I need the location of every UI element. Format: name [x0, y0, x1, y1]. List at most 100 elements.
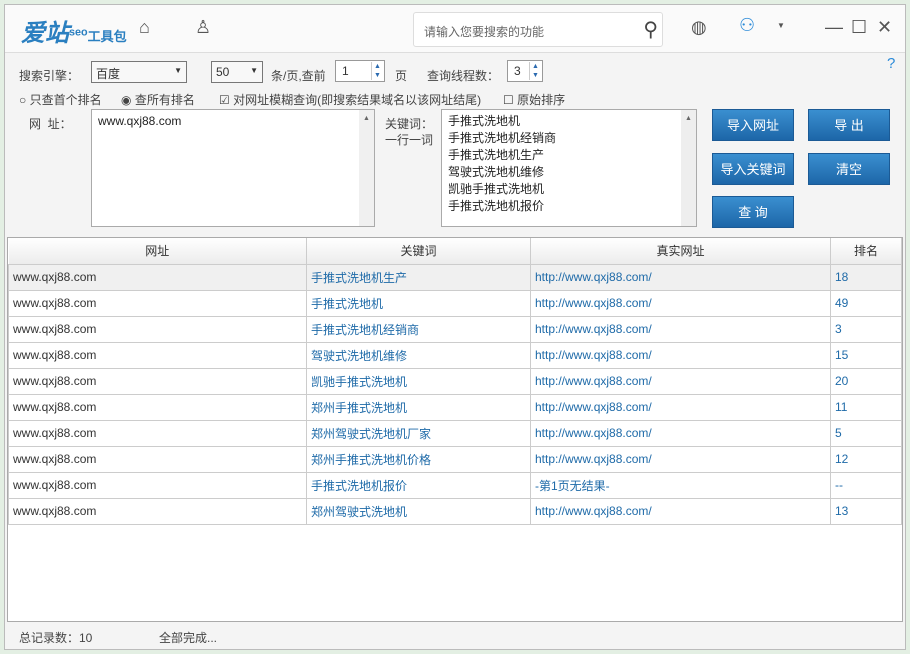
keyword-line: 凯驰手推式洗地机 [448, 182, 545, 196]
col-rank[interactable]: 排名 [830, 238, 902, 265]
cell-real-url: -第1页无结果- [530, 471, 831, 499]
url-textarea[interactable]: www.qxj88.com ▲ [91, 109, 375, 227]
cell-keyword: 郑州手推式洗地机 [306, 393, 531, 421]
per-page-label: 条/页,查前 [271, 69, 326, 83]
help-icon[interactable]: ? [887, 55, 895, 72]
table-row[interactable]: www.qxj88.com 凯驰手推式洗地机 http://www.qxj88.co… [8, 367, 902, 395]
cell-real-url: http://www.qxj88.com/ [530, 289, 831, 317]
cell-rank: 11 [830, 393, 902, 421]
search-input[interactable]: 请输入您要搜索的功能 ⚲ [413, 12, 663, 47]
table-row[interactable]: www.qxj88.com 驾驶式洗地机维修 http://www.qxj88.co… [8, 341, 902, 369]
cell-url: www.qxj88.com [8, 315, 307, 343]
query-button[interactable]: 查 询 [712, 196, 794, 228]
table-row[interactable]: www.qxj88.com 手推式洗地机 http://www.qxj88.com/… [8, 289, 902, 317]
results-table: 网址 关键词 真实网址 排名 www.qxj88.com 手推式洗地机生产 http… [7, 237, 903, 622]
cell-url: www.qxj88.com [8, 497, 307, 525]
keyword-line: 手推式洗地机生产 [448, 148, 545, 162]
import-url-button[interactable]: 导入网址 [712, 109, 794, 141]
table-row[interactable]: www.qxj88.com 手推式洗地机生产 http://www.qxj88.co… [8, 263, 902, 291]
cell-real-url: http://www.qxj88.com/ [530, 393, 831, 421]
keyword-hint: 一行一词 [385, 133, 434, 147]
col-url[interactable]: 网址 [8, 238, 307, 265]
threads-label: 查询线程数： [427, 69, 500, 83]
cell-rank: 18 [830, 263, 902, 291]
search-icon[interactable]: ⚲ [643, 17, 658, 42]
cell-keyword: 驾驶式洗地机维修 [306, 341, 531, 369]
cell-keyword: 手推式洗地机 [306, 289, 531, 317]
pages-label: 页 [395, 69, 408, 83]
cell-real-url: http://www.qxj88.com/ [530, 419, 831, 447]
keyword-line: 手推式洗地机报价 [448, 199, 545, 213]
cell-rank: 3 [830, 315, 902, 343]
cell-keyword: 手推式洗地机报价 [306, 471, 531, 499]
col-real-url[interactable]: 真实网址 [530, 238, 831, 265]
cell-url: www.qxj88.com [8, 419, 307, 447]
scrollbar[interactable]: ▲ [359, 110, 374, 226]
header: 爱站seo工具包 ⌂ ♙ 请输入您要搜索的功能 ⚲ ◍ ⚇ ▼ — ☐ ✕ [5, 5, 905, 53]
radio-all[interactable]: ◉ 查所有排名 [121, 91, 195, 108]
table-row[interactable]: www.qxj88.com 郑州驾驶式洗地机 http://www.qxj88.co… [8, 497, 902, 525]
home-icon[interactable]: ⌂ [139, 17, 150, 38]
cell-real-url: http://www.qxj88.com/ [530, 341, 831, 369]
user-tool-icon[interactable]: ♙ [195, 17, 211, 38]
table-row[interactable]: www.qxj88.com 郑州驾驶式洗地机厂家 http://www.qxj88.… [8, 419, 902, 447]
minimize-icon[interactable]: — [825, 17, 843, 38]
close-icon[interactable]: ✕ [877, 17, 892, 38]
cell-real-url: http://www.qxj88.com/ [530, 497, 831, 525]
total-count: 总记录数：10 [19, 631, 93, 645]
table-row[interactable]: www.qxj88.com 手推式洗地机报价 -第1页无结果- -- [8, 471, 902, 499]
cell-rank: 49 [830, 289, 902, 317]
pages-stepper[interactable]: 1 ▲ ▼ [335, 60, 385, 82]
engine-select[interactable]: 百度 [91, 61, 187, 83]
clear-button[interactable]: 清空 [808, 153, 890, 185]
table-row[interactable]: www.qxj88.com 手推式洗地机经销商 http://www.qxj88.c… [8, 315, 902, 343]
cell-rank: 13 [830, 497, 902, 525]
cell-real-url: http://www.qxj88.com/ [530, 263, 831, 291]
basketball-icon[interactable]: ◍ [691, 17, 707, 38]
fuzzy-checkbox[interactable]: ☑ 对网址模糊查询(即搜索结果域名以该网址结尾) [219, 91, 481, 108]
table-row[interactable]: www.qxj88.com 郑州手推式洗地机价格 http://www.qxj88.… [8, 445, 902, 473]
cell-rank: 20 [830, 367, 902, 395]
cell-url: www.qxj88.com [8, 289, 307, 317]
cell-keyword: 手推式洗地机生产 [306, 263, 531, 291]
keyword-line: 手推式洗地机经销商 [448, 131, 557, 145]
status-text: 全部完成... [159, 631, 218, 645]
cell-keyword: 手推式洗地机经销商 [306, 315, 531, 343]
cell-real-url: http://www.qxj88.com/ [530, 445, 831, 473]
cell-url: www.qxj88.com [8, 393, 307, 421]
col-keyword[interactable]: 关键词 [306, 238, 531, 265]
cell-url: www.qxj88.com [8, 263, 307, 291]
logo: 爱站seo工具包 [21, 20, 127, 47]
cell-url: www.qxj88.com [8, 367, 307, 395]
keyword-line: 驾驶式洗地机维修 [448, 165, 545, 179]
threads-stepper[interactable]: 3 ▲ ▼ [507, 60, 543, 82]
user-icon[interactable]: ⚇ [739, 15, 755, 36]
cell-keyword: 郑州驾驶式洗地机厂家 [306, 419, 531, 447]
cell-rank: -- [830, 471, 902, 499]
maximize-icon[interactable]: ☐ [851, 17, 867, 38]
cell-keyword: 凯驰手推式洗地机 [306, 367, 531, 395]
engine-label: 搜索引擎： [19, 69, 80, 83]
cell-keyword: 郑州手推式洗地机价格 [306, 445, 531, 473]
cell-rank: 15 [830, 341, 902, 369]
keyword-line: 手推式洗地机 [448, 114, 521, 128]
original-order-checkbox[interactable]: ☐ 原始排序 [503, 91, 565, 108]
cell-url: www.qxj88.com [8, 445, 307, 473]
export-button[interactable]: 导 出 [808, 109, 890, 141]
cell-rank: 12 [830, 445, 902, 473]
cell-url: www.qxj88.com [8, 471, 307, 499]
radio-first[interactable]: ○ 只查首个排名 [19, 91, 102, 108]
cell-url: www.qxj88.com [8, 341, 307, 369]
keyword-textarea[interactable]: ▲ 手推式洗地机手推式洗地机经销商 手推式洗地机生产 驾驶式洗地机维修 凯驰手推式洗地机… [441, 109, 697, 227]
url-label: 网 址： [29, 117, 72, 131]
scrollbar[interactable]: ▲ [681, 110, 696, 226]
table-row[interactable]: www.qxj88.com 郑州手推式洗地机 http://www.qxj88.co… [8, 393, 902, 421]
cell-real-url: http://www.qxj88.com/ [530, 315, 831, 343]
per-page-select[interactable]: 50 [211, 61, 263, 83]
cell-keyword: 郑州驾驶式洗地机 [306, 497, 531, 525]
dropdown-icon[interactable]: ▼ [777, 21, 785, 30]
cell-real-url: http://www.qxj88.com/ [530, 367, 831, 395]
app-window: 爱站seo工具包 ⌂ ♙ 请输入您要搜索的功能 ⚲ ◍ ⚇ ▼ — ☐ ✕ ? 搜… [4, 4, 906, 650]
import-keyword-button[interactable]: 导入关键词 [712, 153, 794, 185]
cell-rank: 5 [830, 419, 902, 447]
